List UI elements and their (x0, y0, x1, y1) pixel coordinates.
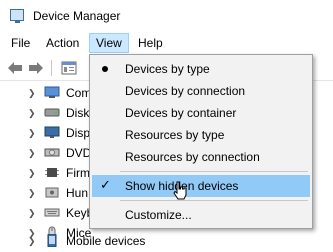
toolbar-separator (51, 60, 52, 76)
tree-row-label: Com (66, 86, 92, 100)
menu-item-label: Customize... (125, 208, 192, 222)
window-title: Device Manager (33, 9, 121, 23)
menu-bar: File Action View Help (0, 32, 333, 54)
menu-item-resources-by-type[interactable]: Resources by type (92, 124, 310, 146)
menu-item-label: Resources by type (125, 128, 225, 142)
menu-item-customize[interactable]: Customize... (92, 204, 310, 226)
hid-icon (45, 187, 59, 198)
menu-item-devices-by-type[interactable]: Devices by type (92, 58, 310, 80)
dvd-drive-icon (44, 148, 60, 157)
keyboard-icon (44, 208, 60, 217)
menu-item-label: Devices by connection (125, 84, 246, 98)
menu-item-devices-by-container[interactable]: Devices by container (92, 102, 310, 124)
tree-row-label: DVD (66, 146, 92, 160)
menu-item-label: Devices by container (125, 106, 237, 120)
mobile-device-icon (47, 234, 57, 247)
chevron-right-icon[interactable]: ❯ (28, 148, 36, 158)
chevron-right-icon[interactable]: ❯ (28, 188, 36, 198)
tree-row-label: Hun (66, 186, 89, 200)
menu-view[interactable]: View (89, 33, 129, 53)
chevron-right-icon[interactable]: ❯ (28, 208, 36, 218)
forward-arrow-icon[interactable] (27, 59, 45, 77)
menu-item-resources-by-connection[interactable]: Resources by connection (92, 146, 310, 168)
menu-item-show-hidden-devices[interactable]: ✓ Show hidden devices (92, 175, 310, 197)
menu-separator (120, 200, 308, 201)
tree-row-label: Firm (66, 166, 90, 180)
menu-item-devices-by-connection[interactable]: Devices by connection (92, 80, 310, 102)
chevron-right-icon[interactable]: ❯ (28, 236, 36, 246)
menu-item-label: Devices by type (125, 62, 210, 76)
tree-row-label: Disp (66, 126, 91, 140)
chevron-right-icon[interactable]: ❯ (28, 88, 36, 98)
chevron-right-icon[interactable]: ❯ (28, 108, 36, 118)
hand-cursor-icon (173, 181, 187, 200)
display-adapter-icon (44, 126, 60, 138)
chevron-right-icon[interactable]: ❯ (28, 128, 36, 138)
menu-action[interactable]: Action (40, 33, 85, 53)
firmware-icon (45, 168, 59, 177)
tree-row-label: Mobile devices (66, 234, 146, 248)
tree-row[interactable]: ❯ Mobile devices (0, 231, 333, 251)
device-manager-icon (10, 9, 24, 23)
chevron-right-icon[interactable]: ❯ (28, 168, 36, 178)
view-menu-dropdown: Devices by type Devices by connection De… (89, 54, 313, 229)
tree-row-label: Disk (66, 106, 90, 120)
properties-icon[interactable] (60, 59, 78, 77)
menu-item-label: Resources by connection (125, 150, 260, 164)
menu-separator (120, 171, 308, 172)
radio-bullet-icon (102, 66, 108, 72)
disk-drive-icon (44, 108, 60, 117)
title-bar: Device Manager (0, 0, 333, 32)
menu-file[interactable]: File (5, 33, 36, 53)
computer-icon (44, 86, 60, 98)
menu-help[interactable]: Help (132, 33, 169, 53)
back-arrow-icon[interactable] (6, 59, 24, 77)
checkmark-icon: ✓ (100, 177, 111, 192)
